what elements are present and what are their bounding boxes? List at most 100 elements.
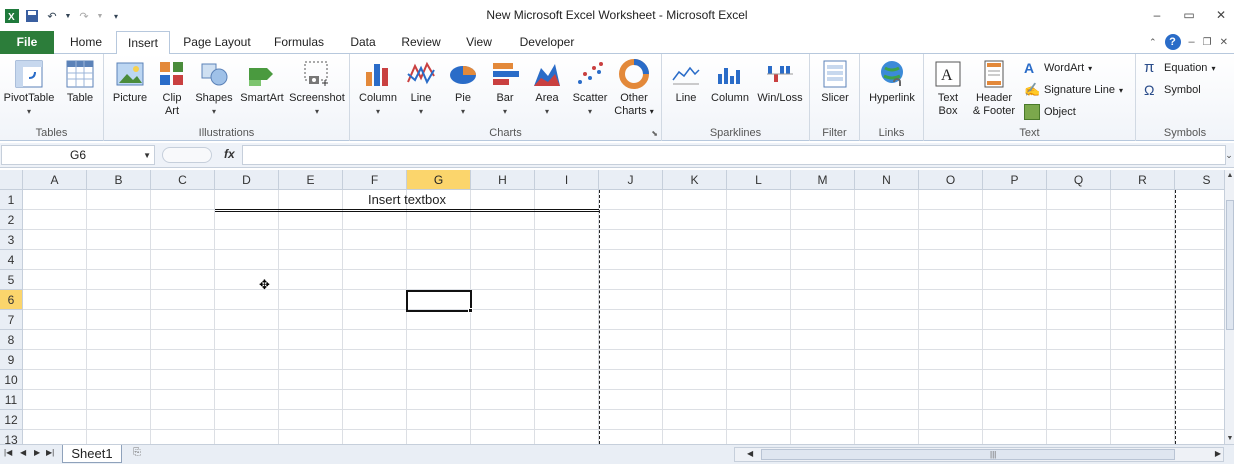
row-header[interactable]: 8 — [0, 330, 23, 350]
column-header[interactable]: O — [919, 170, 983, 190]
sheet-tab-sheet1[interactable]: Sheet1 — [62, 445, 122, 463]
next-sheet-icon[interactable]: ▶ — [34, 448, 40, 457]
screenshot-button[interactable]: Screenshot ▾ — [288, 58, 346, 118]
row-header[interactable]: 9 — [0, 350, 23, 370]
pie-chart-button[interactable]: Pie ▾ — [444, 58, 482, 118]
textbox-button[interactable]: A Text Box — [930, 58, 966, 118]
row-header[interactable]: 10 — [0, 370, 23, 390]
bar-chart-button[interactable]: Bar ▾ — [486, 58, 524, 118]
column-header[interactable]: Q — [1047, 170, 1111, 190]
clipart-button[interactable]: Clip Art — [154, 58, 190, 118]
vertical-scroll-thumb[interactable] — [1226, 200, 1234, 330]
object-label: Object — [1044, 106, 1076, 118]
horizontal-scroll-thumb[interactable]: ||| — [761, 449, 1175, 460]
row-header[interactable]: 1 — [0, 190, 23, 210]
column-chart-button[interactable]: Column ▾ — [356, 58, 400, 118]
tab-page-layout[interactable]: Page Layout — [180, 31, 254, 54]
textbox-text[interactable]: Insert textbox — [215, 192, 599, 207]
equation-button[interactable]: π Equation ▾ — [1144, 59, 1215, 77]
table-button[interactable]: Table — [60, 58, 100, 105]
column-header[interactable]: S — [1175, 170, 1224, 190]
fill-handle[interactable] — [468, 308, 473, 313]
row-header[interactable]: 5 — [0, 270, 23, 290]
column-header[interactable]: P — [983, 170, 1047, 190]
scroll-up-icon[interactable]: ▲ — [1225, 172, 1234, 179]
doc-close-icon[interactable]: ✕ — [1220, 37, 1228, 48]
column-header[interactable]: D — [215, 170, 279, 190]
column-header[interactable]: N — [855, 170, 919, 190]
tab-data[interactable]: Data — [344, 31, 382, 54]
column-header[interactable]: K — [663, 170, 727, 190]
row-header[interactable]: 11 — [0, 390, 23, 410]
expand-formula-bar-icon[interactable]: ⌄ — [1224, 145, 1234, 165]
tab-developer[interactable]: Developer — [514, 31, 580, 54]
picture-button[interactable]: Picture — [110, 58, 150, 105]
active-cell-g6[interactable] — [406, 290, 472, 312]
row-header[interactable]: 6 — [0, 290, 23, 310]
doc-minimize-icon[interactable]: – — [1189, 36, 1195, 48]
minimize-ribbon-icon[interactable]: ⌃ — [1149, 37, 1157, 48]
shapes-button[interactable]: Shapes ▾ — [192, 58, 236, 118]
column-header[interactable]: J — [599, 170, 663, 190]
column-header[interactable]: L — [727, 170, 791, 190]
select-all-corner[interactable] — [0, 170, 23, 190]
header-footer-button[interactable]: Header & Footer — [968, 58, 1020, 118]
column-header[interactable]: C — [151, 170, 215, 190]
column-header[interactable]: E — [279, 170, 343, 190]
insert-worksheet-icon[interactable]: ⎘ — [128, 447, 146, 461]
maximize-button[interactable]: ▭ — [1182, 8, 1196, 22]
tab-view[interactable]: View — [460, 31, 498, 54]
slicer-button[interactable]: Slicer — [815, 58, 855, 105]
wordart-button[interactable]: A WordArt ▾ — [1024, 59, 1092, 77]
row-header[interactable]: 13 — [0, 430, 23, 444]
column-header[interactable]: F — [343, 170, 407, 190]
row-header[interactable]: 7 — [0, 310, 23, 330]
scroll-left-icon[interactable]: ◀ — [747, 449, 753, 458]
line-chart-button[interactable]: Line ▾ — [402, 58, 440, 118]
vertical-scrollbar[interactable]: ▲ ▼ — [1224, 170, 1234, 444]
scroll-down-icon[interactable]: ▼ — [1225, 435, 1234, 442]
symbol-button[interactable]: Ω Symbol — [1144, 81, 1201, 99]
column-header[interactable]: R — [1111, 170, 1175, 190]
column-header[interactable]: M — [791, 170, 855, 190]
row-header[interactable]: 2 — [0, 210, 23, 230]
tab-file[interactable]: File — [0, 31, 54, 54]
first-sheet-icon[interactable]: |◀ — [4, 448, 12, 457]
name-box[interactable]: G6 ▼ — [1, 145, 155, 165]
sparkline-line-button[interactable]: Line — [668, 58, 704, 105]
column-header[interactable]: A — [23, 170, 87, 190]
insert-function-icon[interactable]: fx — [224, 147, 235, 161]
name-box-dropdown-icon[interactable]: ▼ — [143, 146, 151, 165]
minimize-button[interactable]: – — [1150, 8, 1164, 22]
column-header[interactable]: H — [471, 170, 535, 190]
object-button[interactable]: Object — [1024, 103, 1076, 121]
column-header[interactable]: G — [407, 170, 471, 190]
row-header[interactable]: 4 — [0, 250, 23, 270]
help-icon[interactable]: ? — [1164, 34, 1181, 50]
tab-home[interactable]: Home — [62, 31, 110, 54]
doc-restore-icon[interactable]: ❐ — [1203, 37, 1212, 48]
sparkline-winloss-button[interactable]: Win/Loss — [754, 58, 806, 105]
close-button[interactable]: ✕ — [1214, 8, 1228, 22]
last-sheet-icon[interactable]: ▶| — [46, 448, 54, 457]
row-header[interactable]: 12 — [0, 410, 23, 430]
prev-sheet-icon[interactable]: ◀ — [20, 448, 26, 457]
smartart-button[interactable]: SmartArt — [237, 58, 287, 105]
tab-review[interactable]: Review — [397, 31, 445, 54]
other-charts-button[interactable]: Other Charts ▾ — [612, 58, 656, 118]
worksheet-grid[interactable]: ABCDEFGHIJKLMNOPQRS 1 2 3 4 5 6 7 8 9 10 11 12 13 In… — [0, 170, 1224, 444]
column-header[interactable]: B — [87, 170, 151, 190]
tab-insert[interactable]: Insert — [116, 31, 170, 55]
formula-input[interactable] — [242, 145, 1226, 165]
scroll-right-icon[interactable]: ▶ — [1215, 449, 1221, 458]
row-header[interactable]: 3 — [0, 230, 23, 250]
column-header[interactable]: I — [535, 170, 599, 190]
hyperlink-button[interactable]: Hyperlink — [864, 58, 920, 105]
scatter-chart-button[interactable]: Scatter ▾ — [568, 58, 612, 118]
horizontal-scrollbar[interactable]: ◀ ||| ▶ — [734, 447, 1224, 462]
signature-line-button[interactable]: ✍ Signature Line ▾ — [1024, 81, 1123, 99]
tab-formulas[interactable]: Formulas — [270, 31, 328, 54]
sparkline-column-button[interactable]: Column — [708, 58, 752, 105]
area-chart-button[interactable]: Area ▾ — [528, 58, 566, 118]
pivottable-button[interactable]: PivotTable ▾ — [3, 58, 55, 118]
